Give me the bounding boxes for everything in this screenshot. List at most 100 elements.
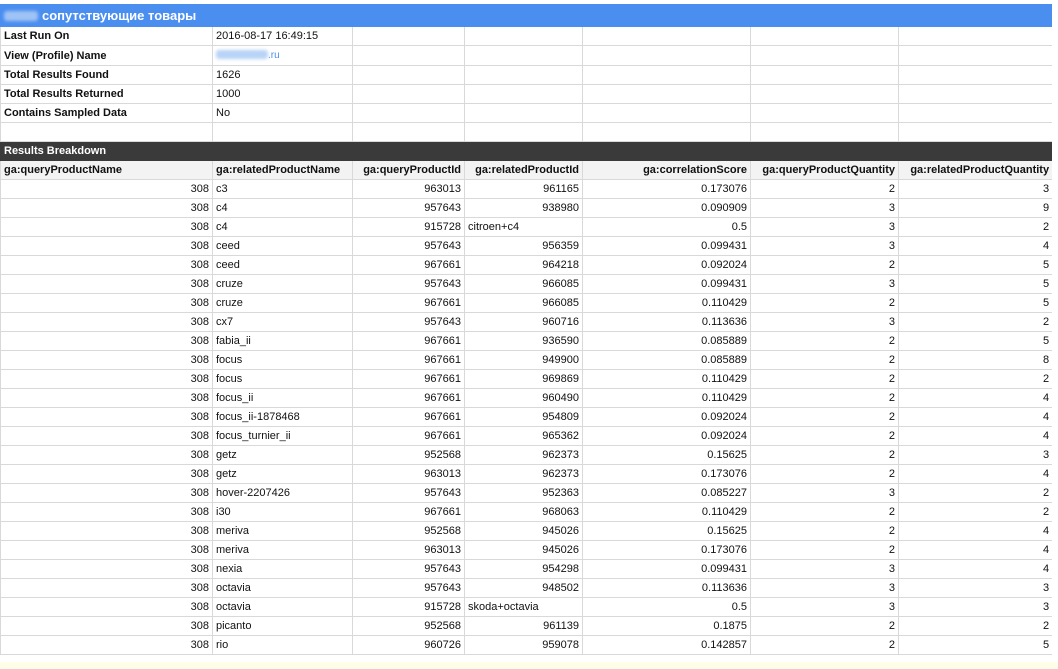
column-header[interactable]: ga:relatedProductId — [464, 160, 583, 180]
table-cell[interactable]: 2 — [750, 464, 899, 484]
empty-cell[interactable] — [464, 103, 583, 123]
table-cell[interactable]: rio — [212, 635, 353, 655]
table-cell[interactable]: picanto — [212, 616, 353, 636]
table-cell[interactable]: 945026 — [464, 540, 583, 560]
table-cell[interactable]: hover-2207426 — [212, 483, 353, 503]
table-cell[interactable]: 952568 — [352, 616, 465, 636]
table-cell[interactable]: 957643 — [352, 312, 465, 332]
table-cell[interactable]: 962373 — [464, 445, 583, 465]
table-cell[interactable]: 967661 — [352, 293, 465, 313]
table-cell[interactable]: 956359 — [464, 236, 583, 256]
meta-value[interactable]: 1000 — [212, 84, 353, 104]
table-cell[interactable]: 3 — [897, 597, 1052, 617]
table-cell[interactable]: 0.110429 — [582, 293, 751, 313]
table-cell[interactable]: 963013 — [352, 464, 465, 484]
table-cell[interactable]: 0.1875 — [582, 616, 751, 636]
table-cell[interactable]: 9 — [897, 198, 1052, 218]
empty-cell[interactable] — [464, 45, 583, 66]
empty-cell[interactable] — [750, 26, 899, 46]
table-cell[interactable]: 967661 — [352, 502, 465, 522]
table-cell[interactable]: 308 — [0, 198, 213, 218]
table-cell[interactable]: 3 — [750, 559, 899, 579]
table-cell[interactable]: 2 — [897, 217, 1052, 237]
table-cell[interactable]: 2 — [750, 521, 899, 541]
table-cell[interactable]: 952568 — [352, 445, 465, 465]
table-cell[interactable]: 2 — [897, 369, 1052, 389]
table-cell[interactable]: 915728 — [352, 217, 465, 237]
empty-cell[interactable] — [582, 103, 751, 123]
empty-cell[interactable] — [897, 103, 1052, 123]
table-cell[interactable]: 2 — [897, 616, 1052, 636]
table-cell[interactable]: 308 — [0, 502, 213, 522]
table-cell[interactable]: getz — [212, 445, 353, 465]
table-cell[interactable]: focus_ii — [212, 388, 353, 408]
table-cell[interactable]: 8 — [897, 350, 1052, 370]
table-cell[interactable]: meriva — [212, 521, 353, 541]
table-cell[interactable]: 3 — [897, 445, 1052, 465]
meta-value[interactable]: No — [212, 103, 353, 123]
empty-cell[interactable] — [582, 26, 751, 46]
table-cell[interactable]: 308 — [0, 179, 213, 199]
table-cell[interactable]: c4 — [212, 198, 353, 218]
table-cell[interactable]: 2 — [750, 426, 899, 446]
table-cell[interactable]: 308 — [0, 312, 213, 332]
table-cell[interactable]: 961139 — [464, 616, 583, 636]
table-cell[interactable]: 5 — [897, 635, 1052, 655]
table-cell[interactable]: 0.092024 — [582, 255, 751, 275]
table-cell[interactable]: 308 — [0, 540, 213, 560]
meta-value[interactable]: 1626 — [212, 65, 353, 85]
table-cell[interactable]: 967661 — [352, 407, 465, 427]
empty-cell[interactable] — [352, 122, 465, 142]
table-cell[interactable]: nexia — [212, 559, 353, 579]
table-cell[interactable]: 957643 — [352, 559, 465, 579]
table-cell[interactable]: 963013 — [352, 540, 465, 560]
empty-cell[interactable] — [582, 45, 751, 66]
table-cell[interactable]: 5 — [897, 293, 1052, 313]
table-cell[interactable]: 2 — [750, 445, 899, 465]
table-cell[interactable]: 2 — [750, 635, 899, 655]
table-cell[interactable]: 960726 — [352, 635, 465, 655]
table-cell[interactable]: 4 — [897, 236, 1052, 256]
table-cell[interactable]: 2 — [750, 369, 899, 389]
table-cell[interactable]: 4 — [897, 426, 1052, 446]
table-cell[interactable]: 308 — [0, 274, 213, 294]
table-cell[interactable]: 3 — [750, 274, 899, 294]
table-cell[interactable]: focus — [212, 350, 353, 370]
table-cell[interactable]: 938980 — [464, 198, 583, 218]
table-cell[interactable]: 0.173076 — [582, 179, 751, 199]
table-cell[interactable]: 936590 — [464, 331, 583, 351]
meta-label[interactable]: Total Results Returned — [0, 84, 213, 104]
table-cell[interactable]: 3 — [750, 578, 899, 598]
table-cell[interactable]: 0.085227 — [582, 483, 751, 503]
table-cell[interactable]: 967661 — [352, 369, 465, 389]
table-cell[interactable]: 915728 — [352, 597, 465, 617]
empty-cell[interactable] — [897, 84, 1052, 104]
empty-cell[interactable] — [897, 26, 1052, 46]
table-cell[interactable]: 3 — [897, 578, 1052, 598]
table-cell[interactable]: 967661 — [352, 388, 465, 408]
table-cell[interactable]: 2 — [897, 312, 1052, 332]
table-cell[interactable]: cruze — [212, 293, 353, 313]
meta-value[interactable]: .ru — [212, 45, 353, 66]
table-cell[interactable]: 308 — [0, 426, 213, 446]
table-cell[interactable]: 960490 — [464, 388, 583, 408]
table-cell[interactable]: 5 — [897, 255, 1052, 275]
table-cell[interactable]: 0.085889 — [582, 350, 751, 370]
table-cell[interactable]: citroen+c4 — [464, 217, 583, 237]
table-cell[interactable]: 952363 — [464, 483, 583, 503]
table-cell[interactable]: 2 — [750, 293, 899, 313]
table-cell[interactable]: octavia — [212, 578, 353, 598]
meta-label[interactable]: View (Profile) Name — [0, 45, 213, 66]
table-cell[interactable]: 961165 — [464, 179, 583, 199]
table-cell[interactable]: c3 — [212, 179, 353, 199]
table-cell[interactable]: 3 — [750, 597, 899, 617]
table-cell[interactable]: 4 — [897, 540, 1052, 560]
meta-label[interactable]: Contains Sampled Data — [0, 103, 213, 123]
column-header[interactable]: ga:queryProductName — [0, 160, 213, 180]
table-cell[interactable]: 0.092024 — [582, 426, 751, 446]
table-cell[interactable]: 0.113636 — [582, 312, 751, 332]
table-cell[interactable]: 308 — [0, 217, 213, 237]
table-cell[interactable]: 959078 — [464, 635, 583, 655]
table-cell[interactable]: octavia — [212, 597, 353, 617]
meta-label[interactable]: Total Results Found — [0, 65, 213, 85]
